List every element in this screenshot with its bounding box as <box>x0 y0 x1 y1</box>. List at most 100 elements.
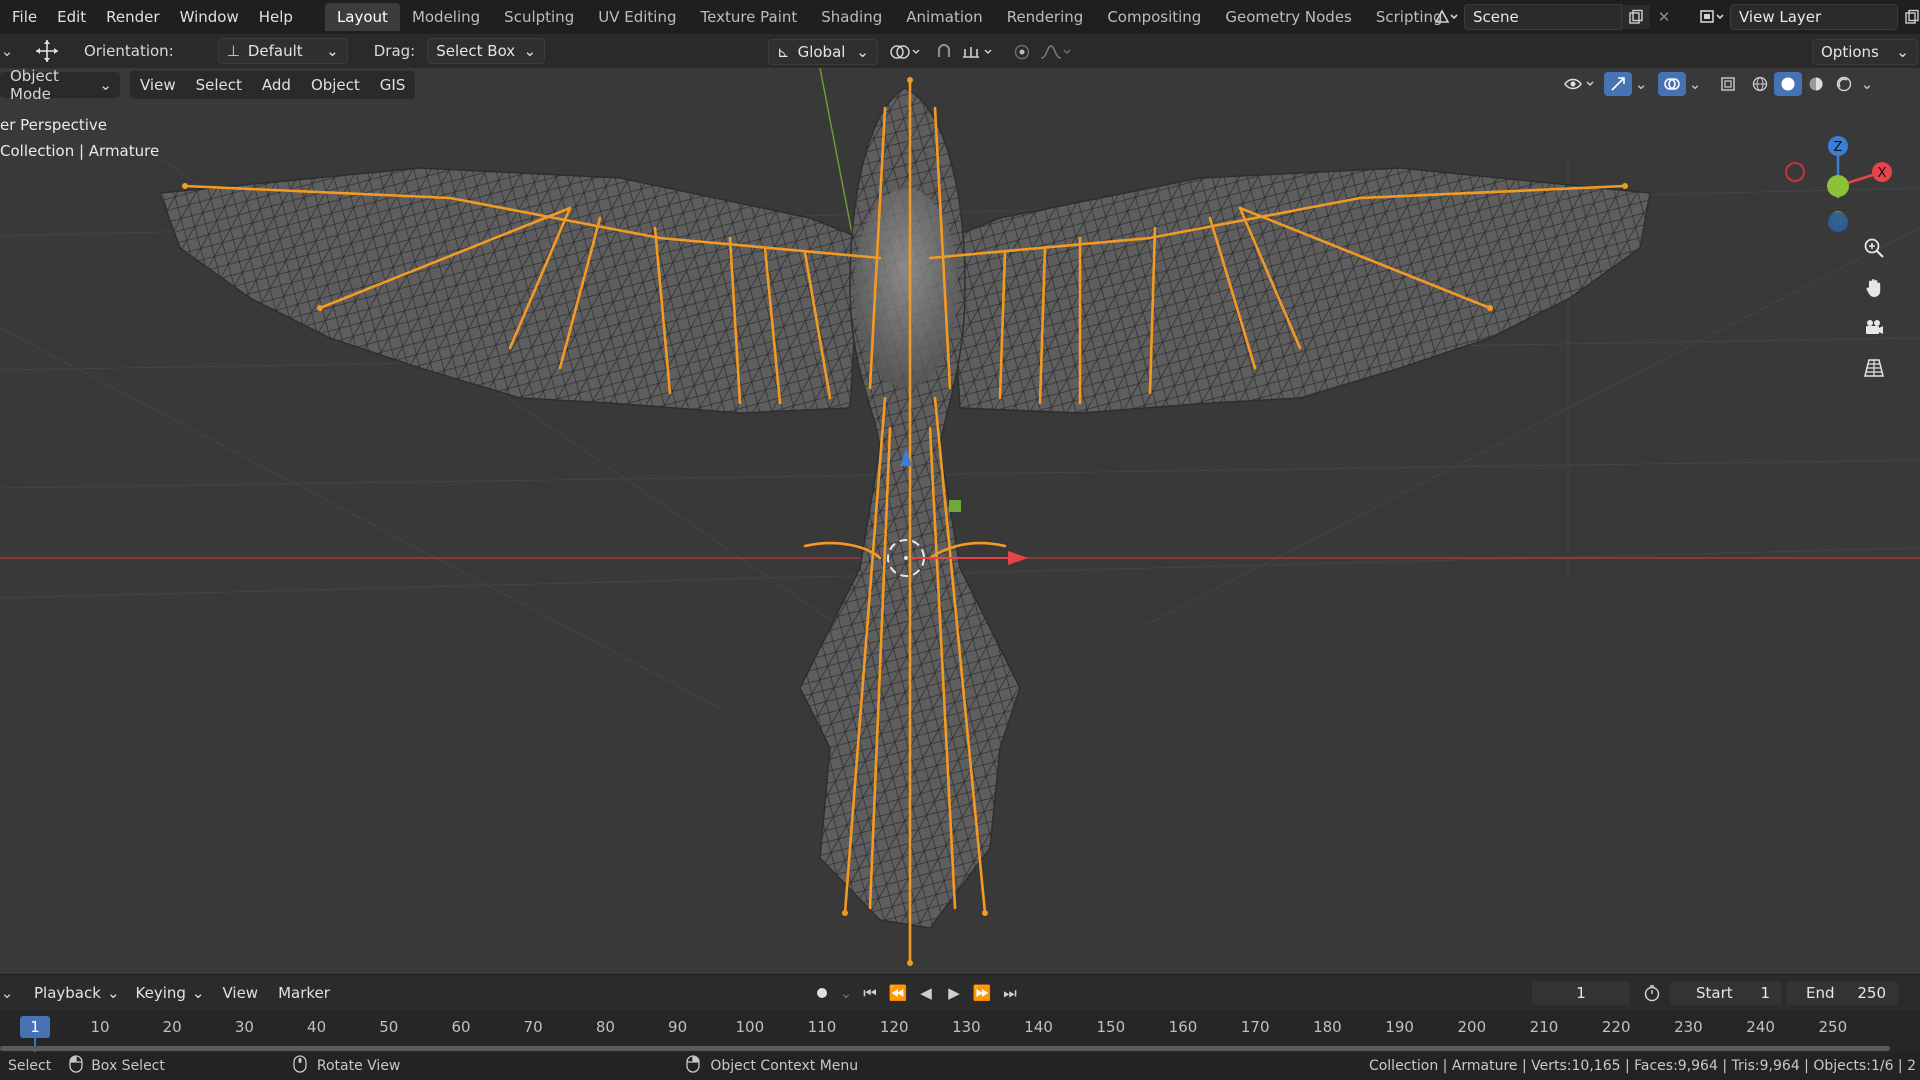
ortho-grid-icon[interactable] <box>1860 348 1888 388</box>
frame-tick-label: 150 <box>1096 1018 1126 1036</box>
view-layer-browse-icon[interactable] <box>1694 5 1730 29</box>
view-layer-name-field[interactable]: View Layer <box>1730 4 1898 30</box>
move-tool-icon[interactable] <box>30 39 64 63</box>
frame-tick-label: 220 <box>1601 1018 1631 1036</box>
falloff-curve-icon[interactable] <box>1036 40 1076 64</box>
overlays-toggle-icon[interactable] <box>1658 72 1686 96</box>
gizmo-y[interactable] <box>1827 175 1849 197</box>
shading-dropdown-icon[interactable]: ⌄ <box>1858 72 1876 96</box>
frame-tick-label: 100 <box>735 1018 765 1036</box>
jump-to-next-keyframe-icon[interactable]: ⏩ <box>968 981 996 1005</box>
material-shading-icon[interactable] <box>1802 72 1830 96</box>
timeline-ruler[interactable]: 1 10 20 30 40 50 60 70 80 90 100 110 120 130 140 150 16… <box>0 1010 1920 1052</box>
frame-tick-label: 120 <box>879 1018 909 1036</box>
new-scene-icon[interactable] <box>1622 5 1650 29</box>
new-view-layer-icon[interactable] <box>1898 5 1920 29</box>
mouse-middle-icon <box>293 1055 307 1077</box>
workspace-tabs: Layout Modeling Sculpting UV Editing Tex… <box>324 0 1494 34</box>
play-reverse-icon[interactable]: ◀ <box>912 981 940 1005</box>
menu-render[interactable]: Render <box>96 0 169 34</box>
menu-help[interactable]: Help <box>249 0 303 34</box>
menu-file[interactable]: File <box>2 0 47 34</box>
tab-modeling[interactable]: Modeling <box>400 3 492 31</box>
tab-compositing[interactable]: Compositing <box>1095 3 1213 31</box>
3d-viewport[interactable]: Object Mode ⌄ View Select Add Object GIS… <box>0 68 1920 974</box>
navigation-gizmo[interactable]: Z X <box>1780 118 1900 238</box>
tab-shading[interactable]: Shading <box>809 3 894 31</box>
transform-orientation-dropdown[interactable]: ⊾ Global ⌄ <box>768 39 878 65</box>
chevron-down-icon: ⌄ <box>99 76 112 94</box>
tab-geometry-nodes[interactable]: Geometry Nodes <box>1213 3 1364 31</box>
menu-add[interactable]: Add <box>252 71 301 99</box>
delete-scene-icon[interactable]: ✕ <box>1650 5 1678 29</box>
timeline-scrollbar[interactable] <box>0 1046 1890 1051</box>
tab-uv-editing[interactable]: UV Editing <box>586 3 688 31</box>
proportional-editing-icon[interactable] <box>1008 40 1036 64</box>
gizmo-toggle-icon[interactable] <box>1604 72 1632 96</box>
play-icon[interactable]: ▶ <box>940 981 968 1005</box>
pivot-point-icon[interactable] <box>886 40 926 64</box>
keying-menu[interactable]: Keying ⌄ <box>128 981 213 1005</box>
mouse-right-icon <box>686 1055 701 1077</box>
preview-range-icon[interactable] <box>1638 981 1666 1005</box>
frame-tick-label: 20 <box>162 1018 182 1036</box>
menu-edit[interactable]: Edit <box>47 0 96 34</box>
scene-name-field[interactable]: Scene <box>1464 4 1622 30</box>
xray-toggle-icon[interactable] <box>1714 72 1742 96</box>
record-keyframe-icon[interactable] <box>808 981 836 1005</box>
pan-hand-icon[interactable] <box>1860 268 1888 308</box>
drag-dropdown[interactable]: Select Box ⌄ <box>427 38 546 64</box>
orientation-dropdown[interactable]: ⊥ Default ⌄ <box>217 38 348 64</box>
gizmo-neg-x[interactable] <box>1785 162 1805 182</box>
gizmo-dropdown-icon[interactable]: ⌄ <box>1632 72 1650 96</box>
current-frame-field[interactable]: 1 <box>1532 981 1630 1005</box>
solid-shading-icon[interactable] <box>1774 72 1802 96</box>
status-box-select-label: Box Select <box>91 1058 165 1074</box>
viewport-menus: View Select Add Object GIS <box>130 71 416 99</box>
frame-tick-label: 60 <box>451 1018 471 1036</box>
tab-animation[interactable]: Animation <box>894 3 994 31</box>
menu-select[interactable]: Select <box>186 71 252 99</box>
snap-target-icon[interactable] <box>958 40 998 64</box>
playback-menu[interactable]: Playback ⌄ <box>26 981 128 1005</box>
auto-key-dropdown-icon[interactable]: ⌄ <box>836 981 856 1005</box>
visibility-eye-icon[interactable] <box>1560 72 1600 96</box>
editor-type-dropdown-icon[interactable]: ⌄ <box>0 981 14 1005</box>
menu-object[interactable]: Object <box>301 71 370 99</box>
zoom-icon[interactable] <box>1860 228 1888 268</box>
frame-tick-label: 40 <box>307 1018 327 1036</box>
frame-tick-label: 30 <box>234 1018 254 1036</box>
snap-toggle-icon[interactable] <box>930 40 958 64</box>
tab-rendering[interactable]: Rendering <box>995 3 1096 31</box>
rendered-shading-icon[interactable] <box>1830 72 1858 96</box>
tab-texture-paint[interactable]: Texture Paint <box>688 3 809 31</box>
overlays-dropdown-icon[interactable]: ⌄ <box>1686 72 1704 96</box>
mode-dropdown[interactable]: Object Mode ⌄ <box>0 68 120 103</box>
camera-view-icon[interactable] <box>1860 308 1888 348</box>
jump-to-prev-keyframe-icon[interactable]: ⏪ <box>884 981 912 1005</box>
timeline-menu-marker[interactable]: Marker <box>268 979 340 1007</box>
jump-to-start-icon[interactable]: ⏮ <box>856 981 884 1005</box>
gizmo-neg-z[interactable] <box>1828 212 1848 232</box>
tab-sculpting[interactable]: Sculpting <box>492 3 586 31</box>
top-menu-bar: File Edit Render Window Help Layout Mode… <box>0 0 1920 34</box>
end-frame-field[interactable]: End 250 <box>1786 981 1898 1005</box>
scene-browse-icon[interactable] <box>1428 5 1464 29</box>
wireframe-shading-icon[interactable] <box>1746 72 1774 96</box>
jump-to-end-icon[interactable]: ⏭ <box>996 981 1024 1005</box>
start-frame-field[interactable]: Start 1 <box>1670 981 1782 1005</box>
menu-view[interactable]: View <box>130 71 186 99</box>
header-collapse-icon[interactable]: ⌄ <box>0 39 14 63</box>
frame-tick-label: 70 <box>523 1018 543 1036</box>
menu-window[interactable]: Window <box>170 0 249 34</box>
menu-gis[interactable]: GIS <box>370 71 416 99</box>
scene-statistics: Collection | Armature | Verts:10,165 | F… <box>1368 1058 1916 1074</box>
chevron-down-icon: ⌄ <box>326 42 339 60</box>
current-frame-badge[interactable]: 1 <box>20 1016 50 1038</box>
options-dropdown[interactable]: Options ⌄ <box>1812 39 1918 65</box>
timeline-menu-view[interactable]: View <box>212 979 268 1007</box>
transform-handle-y[interactable] <box>949 500 961 512</box>
frame-tick-label: 210 <box>1529 1018 1559 1036</box>
tab-layout[interactable]: Layout <box>324 3 400 31</box>
viewport-shading-controls: ⌄ ⌄ ⌄ <box>1560 72 1876 96</box>
